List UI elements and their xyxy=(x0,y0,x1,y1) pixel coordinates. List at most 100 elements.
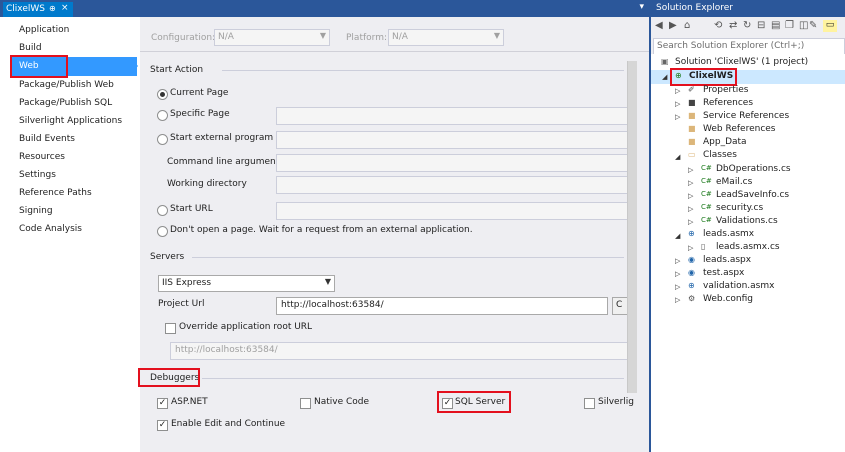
vertical-scrollbar[interactable] xyxy=(627,61,637,393)
external-program-field[interactable] xyxy=(276,131,628,149)
expand-icon[interactable]: ▷ xyxy=(688,205,693,213)
aspnet-debugger-checkbox[interactable]: ✓ xyxy=(157,398,168,409)
csharp-file-icon: C# xyxy=(701,177,712,185)
nav-item-reference-paths[interactable]: Reference Paths xyxy=(19,188,92,198)
current-page-radio[interactable] xyxy=(157,89,168,100)
expand-icon[interactable]: ▷ xyxy=(675,87,680,95)
nav-selected-arrow xyxy=(130,57,138,75)
start-action-heading: Start Action xyxy=(150,65,204,75)
forward-icon[interactable]: ▶ xyxy=(669,20,677,31)
expand-icon[interactable]: ▷ xyxy=(688,244,693,252)
working-directory-field[interactable] xyxy=(276,176,628,194)
expand-icon[interactable]: ▷ xyxy=(675,296,680,304)
nav-item-package-publish-web[interactable]: Package/Publish Web xyxy=(19,80,114,90)
platform-select[interactable]: N/A ▼ xyxy=(388,29,504,46)
tree-node-service-references[interactable]: Service References xyxy=(703,111,789,121)
tree-node-validations[interactable]: Validations.cs xyxy=(716,216,778,226)
dont-open-page-radio[interactable] xyxy=(157,226,168,237)
nav-item-resources[interactable]: Resources xyxy=(19,152,65,162)
collapse-icon[interactable]: ◢ xyxy=(675,232,680,240)
config-file-icon: ⚙ xyxy=(688,294,696,303)
history-icon[interactable]: ⟲ xyxy=(714,20,722,31)
pending-changes-icon[interactable]: ⇄ xyxy=(729,20,737,31)
expand-icon[interactable]: ▷ xyxy=(675,270,680,278)
copy-icon[interactable]: ❐ xyxy=(785,20,794,31)
tree-node-leads-asmx-cs[interactable]: leads.asmx.cs xyxy=(716,242,780,252)
nav-item-silverlight-applications[interactable]: Silverlight Applications xyxy=(19,116,122,126)
nav-item-signing[interactable]: Signing xyxy=(19,206,53,216)
silverlight-debugger-label: Silverlig xyxy=(598,397,634,407)
tree-node-security[interactable]: security.cs xyxy=(716,203,763,213)
tree-node-leads-asmx[interactable]: leads.asmx xyxy=(703,229,754,239)
code-file-icon: ▯ xyxy=(701,242,706,251)
expand-icon[interactable]: ▷ xyxy=(675,100,680,108)
nav-item-build-events[interactable]: Build Events xyxy=(19,134,75,144)
refresh-icon[interactable]: ↻ xyxy=(743,20,751,31)
tree-node-references[interactable]: References xyxy=(703,98,753,108)
back-icon[interactable]: ◀ xyxy=(655,20,663,31)
expand-icon[interactable]: ▷ xyxy=(675,113,680,121)
tree-node-solution[interactable]: Solution 'ClixelWS' (1 project) xyxy=(675,57,808,67)
platform-label: Platform: xyxy=(346,33,387,43)
properties-wrench-icon[interactable]: ✎ xyxy=(809,20,817,31)
specific-page-label: Specific Page xyxy=(170,109,230,119)
expand-icon[interactable]: ▷ xyxy=(688,218,693,226)
nav-item-package-publish-sql[interactable]: Package/Publish SQL xyxy=(19,98,112,108)
server-select[interactable]: IIS Express ▼ xyxy=(158,275,335,292)
external-program-radio[interactable] xyxy=(157,134,168,145)
tree-node-validation-asmx[interactable]: validation.asmx xyxy=(703,281,774,291)
tree-node-properties[interactable]: Properties xyxy=(703,85,748,95)
csharp-file-icon: C# xyxy=(701,190,712,198)
tree-node-web-config[interactable]: Web.config xyxy=(703,294,753,304)
configuration-label: Configuration: xyxy=(151,33,216,43)
override-root-url-field[interactable]: http://localhost:63584/ xyxy=(170,342,628,360)
tab-overflow-chevron-icon[interactable]: ▾ xyxy=(639,2,644,12)
project-url-field[interactable]: http://localhost:63584/ xyxy=(276,297,608,315)
configuration-select[interactable]: N/A ▼ xyxy=(214,29,330,46)
wrench-icon: ✐ xyxy=(688,85,695,94)
nav-item-settings[interactable]: Settings xyxy=(19,170,56,180)
tree-node-email[interactable]: eMail.cs xyxy=(716,177,752,187)
silverlight-debugger-checkbox[interactable] xyxy=(584,398,595,409)
specific-page-radio[interactable] xyxy=(157,110,168,121)
folder-icon: ■ xyxy=(688,111,696,120)
expand-icon[interactable]: ▷ xyxy=(688,166,693,174)
web-page-icon: ◉ xyxy=(688,255,695,264)
pin-icon[interactable]: ⊕ xyxy=(49,4,56,13)
tree-node-web-references[interactable]: Web References xyxy=(703,124,776,134)
show-all-files-icon[interactable]: ▤ xyxy=(771,20,780,31)
preview-selected-items-icon[interactable]: ▭ xyxy=(823,20,837,32)
collapse-icon[interactable]: ◢ xyxy=(662,73,667,81)
tree-node-leads-aspx[interactable]: leads.aspx xyxy=(703,255,751,265)
home-icon[interactable]: ⌂ xyxy=(684,20,690,31)
start-url-field[interactable] xyxy=(276,202,628,220)
expand-icon[interactable]: ▷ xyxy=(675,257,680,265)
tree-node-test-aspx[interactable]: test.aspx xyxy=(703,268,744,278)
expand-icon[interactable]: ▷ xyxy=(688,192,693,200)
command-line-args-field[interactable] xyxy=(276,154,628,172)
specific-page-field[interactable] xyxy=(276,107,628,125)
solution-explorer-search[interactable]: Search Solution Explorer (Ctrl+;) xyxy=(653,38,845,55)
native-code-debugger-checkbox[interactable] xyxy=(300,398,311,409)
collapse-icon[interactable]: ◢ xyxy=(675,153,680,161)
expand-icon[interactable]: ▷ xyxy=(675,283,680,291)
edit-continue-checkbox[interactable]: ✓ xyxy=(157,420,168,431)
document-tab[interactable]: ClixelWS ⊕ × xyxy=(3,2,73,17)
create-virtual-directory-button[interactable]: C xyxy=(612,297,628,315)
tree-node-dboperations[interactable]: DbOperations.cs xyxy=(716,164,791,174)
nav-item-code-analysis[interactable]: Code Analysis xyxy=(19,224,82,234)
start-url-radio[interactable] xyxy=(157,205,168,216)
nav-item-application[interactable]: Application xyxy=(19,25,69,35)
chevron-down-icon: ▼ xyxy=(324,277,331,286)
collapse-all-icon[interactable]: ⊟ xyxy=(757,20,765,31)
tree-node-classes[interactable]: Classes xyxy=(703,150,737,160)
view-code-icon[interactable]: ◫ xyxy=(799,20,808,31)
override-root-url-checkbox[interactable] xyxy=(165,323,176,334)
solution-explorer-titlebar: Solution Explorer xyxy=(651,0,845,17)
tree-node-app-data[interactable]: App_Data xyxy=(703,137,747,147)
nav-item-build[interactable]: Build xyxy=(19,43,42,53)
tree-node-leadsaveinfo[interactable]: LeadSaveInfo.cs xyxy=(716,190,789,200)
close-tab-icon[interactable]: × xyxy=(61,3,69,13)
solution-explorer-toolbar: ◀ ▶ ⌂ ⟲ ⇄ ↻ ⊟ ▤ ❐ ◫ ✎ ▭ xyxy=(651,17,845,36)
expand-icon[interactable]: ▷ xyxy=(688,179,693,187)
